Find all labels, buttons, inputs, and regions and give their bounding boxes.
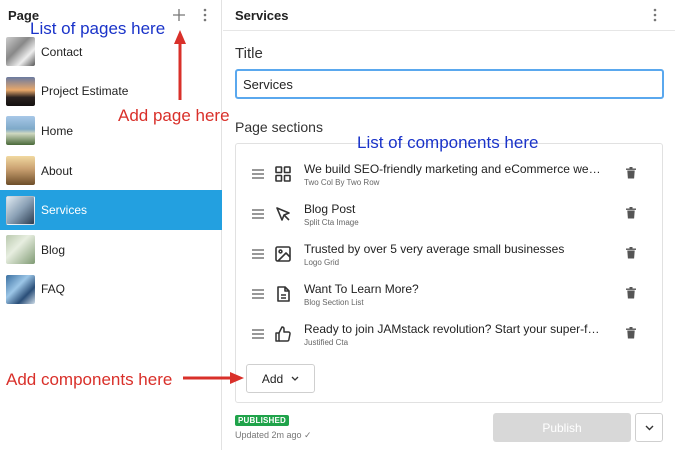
trash-icon[interactable] — [626, 167, 638, 181]
component-type: Justified Cta — [304, 337, 349, 347]
page-editor-panel: Services Title Page sections We build SE… — [223, 0, 675, 450]
page-item-label: Project Estimate — [41, 84, 129, 99]
page-item-faq[interactable]: FAQ — [0, 270, 222, 310]
title-field-label: Title — [235, 45, 263, 62]
page-sections-label: Page sections — [235, 119, 323, 135]
page-item-services[interactable]: Services — [0, 190, 222, 230]
component-type: Split Cta Image — [304, 217, 359, 227]
thumbs-up-icon — [274, 325, 292, 343]
drag-handle-icon[interactable] — [252, 249, 264, 259]
component-type: Blog Section List — [304, 297, 364, 307]
annotation-list-pages: List of pages here — [30, 19, 166, 38]
drag-handle-icon[interactable] — [252, 169, 264, 179]
document-icon — [274, 285, 292, 303]
add-component-button[interactable]: Add — [246, 364, 315, 393]
grid-icon — [274, 165, 292, 183]
drag-handle-icon[interactable] — [252, 209, 264, 219]
annotation-add-components: Add components here — [6, 370, 173, 389]
page-thumbnail — [6, 195, 35, 225]
publish-button[interactable]: Publish — [493, 413, 631, 442]
page-item-label: Home — [41, 123, 74, 138]
page-thumbnail — [6, 37, 35, 67]
component-row[interactable]: Want To Learn More? Blog Section List — [236, 274, 662, 314]
page-item-blog[interactable]: Blog — [0, 230, 222, 270]
component-title: Want To Learn More? — [304, 281, 419, 296]
add-page-plus-icon[interactable] — [171, 7, 187, 23]
page-thumbnail — [6, 235, 35, 265]
component-row[interactable]: We build SEO-friendly marketing and eCom… — [236, 154, 662, 194]
add-button-label: Add — [261, 371, 284, 386]
component-title: We build SEO-friendly marketing and eCom… — [304, 161, 604, 176]
component-type: Two Col By Two Row — [304, 177, 380, 187]
editor-header: Services — [223, 0, 675, 31]
component-row[interactable]: Blog Post Split Cta Image — [236, 194, 662, 234]
page-item-label: Blog — [41, 242, 66, 257]
page-thumbnail — [6, 156, 35, 186]
editor-footer: PUBLISHED Updated 2m ago ✓ Publish — [223, 407, 675, 450]
page-item-label: Services — [41, 203, 88, 218]
sidebar-more-vertical-icon[interactable] — [197, 7, 213, 23]
component-title: Blog Post — [304, 201, 356, 216]
component-title: Ready to join JAMstack revolution? Start… — [304, 321, 604, 336]
publish-options-button[interactable] — [635, 413, 663, 442]
page-thumbnail — [6, 76, 35, 106]
annotation-add-page: Add page here — [118, 106, 230, 125]
updated-timestamp: Updated 2m ago ✓ — [235, 430, 312, 440]
annotation-list-components: List of components here — [357, 133, 539, 152]
trash-icon[interactable] — [626, 207, 638, 221]
component-row[interactable]: Trusted by over 5 very average small bus… — [236, 234, 662, 274]
cursor-icon — [274, 205, 292, 223]
page-sections-list: We build SEO-friendly marketing and eCom… — [235, 143, 663, 403]
chevron-down-icon — [645, 425, 653, 430]
drag-handle-icon[interactable] — [252, 329, 264, 339]
page-item-label: Contact — [41, 44, 83, 59]
drag-handle-icon[interactable] — [252, 289, 264, 299]
image-icon — [274, 245, 292, 263]
component-row[interactable]: Ready to join JAMstack revolution? Start… — [236, 314, 662, 354]
page-item-label: About — [41, 163, 73, 178]
component-type: Logo Grid — [304, 257, 340, 267]
page-thumbnail — [6, 274, 35, 304]
editor-title: Services — [235, 7, 289, 23]
status-badge: PUBLISHED — [235, 415, 290, 426]
page-item-about[interactable]: About — [0, 151, 222, 191]
chevron-down-icon — [291, 376, 299, 381]
trash-icon[interactable] — [626, 327, 638, 341]
component-title: Trusted by over 5 very average small bus… — [304, 241, 565, 256]
sidebar-actions — [171, 7, 213, 23]
editor-more-vertical-icon[interactable] — [647, 7, 663, 23]
trash-icon[interactable] — [626, 287, 638, 301]
page-list: Contact Project Estimate Home About Serv… — [0, 32, 222, 309]
page-item-label: FAQ — [41, 282, 66, 297]
title-input[interactable] — [235, 69, 664, 99]
page-thumbnail — [6, 116, 35, 146]
trash-icon[interactable] — [626, 247, 638, 261]
